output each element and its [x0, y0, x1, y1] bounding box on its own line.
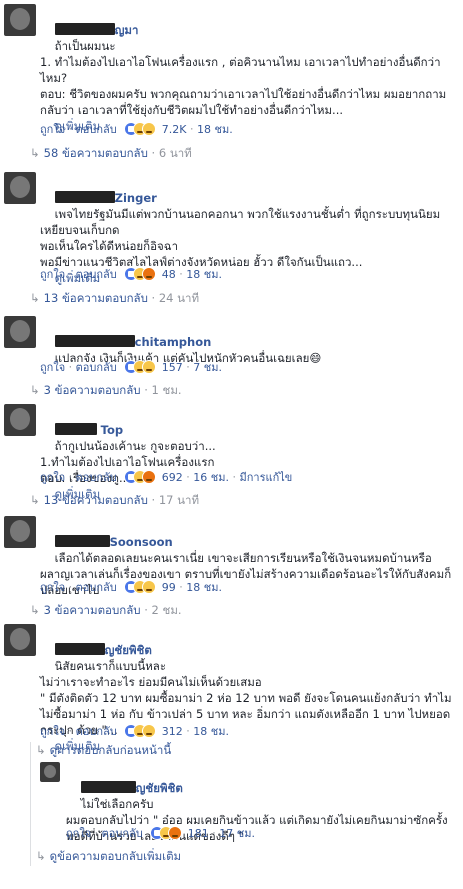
like-link[interactable]: ถูกใจ	[40, 268, 65, 281]
reply-link[interactable]: ตอบกลับ	[76, 581, 117, 594]
reactions-icon[interactable]	[150, 826, 194, 840]
comment-time[interactable]: 18 ชม.	[193, 725, 229, 738]
comment-time[interactable]: 18 ชม.	[186, 581, 222, 594]
reply-link[interactable]: ตอบกลับ	[102, 827, 143, 840]
avatar[interactable]	[4, 404, 36, 436]
like-link[interactable]: ถูกใจ	[40, 471, 65, 484]
comment-time[interactable]: 7 ชม.	[193, 361, 222, 374]
edited-label[interactable]: มีการแก้ไข	[239, 471, 292, 484]
reactions-icon[interactable]	[124, 122, 168, 136]
comment-5: Soonsoon เลือกได้ตลอดเลยนะคนเราเนี่ย เขา…	[0, 512, 463, 617]
commenter-name[interactable]: Zinger	[54, 191, 157, 205]
like-link[interactable]: ถูกใจ	[40, 361, 65, 374]
comment-actions: ถูกใจ · ตอบกลับ 7.2K · 18 ชม.	[40, 122, 233, 136]
avatar[interactable]	[4, 624, 36, 656]
reply-arrow-icon: ↳	[30, 383, 40, 397]
like-link[interactable]: ถูกใจ	[40, 123, 65, 136]
comment-time[interactable]: 16 ชม.	[193, 471, 229, 484]
comment-actions: ถูกใจ · ตอบกลับ 99 · 18 ชม.	[40, 580, 222, 594]
reactions-icon[interactable]	[124, 470, 168, 484]
reply-link[interactable]: ตอบกลับ	[76, 123, 117, 136]
reply-link[interactable]: ตอบกลับ	[76, 268, 117, 281]
view-previous-replies-link[interactable]: ↳ ดูการตอบกลับก่อนหน้านี้	[36, 742, 171, 760]
commenter-name[interactable]: Soonsoon	[54, 535, 173, 549]
like-link[interactable]: ถูกใจ	[40, 581, 65, 594]
reply-arrow-icon: ↳	[36, 849, 46, 863]
commenter-name[interactable]: chitamphon	[54, 335, 211, 349]
view-replies-link[interactable]: ↳ 13 ข้อความตอบกลับ · 24 นาที	[30, 290, 199, 308]
comment-4: Top ถ้ากูเปนน้องเค้านะ กูจะตอบว่า... 1.ท…	[0, 400, 463, 510]
avatar[interactable]	[40, 762, 60, 782]
reply-arrow-icon: ↳	[30, 493, 40, 507]
replies-time: 6 นาที	[158, 146, 192, 160]
view-replies-link[interactable]: ↳ 3 ข้อความตอบกลับ · 1 ชม.	[30, 382, 182, 400]
like-link[interactable]: ถูกใจ	[40, 725, 65, 738]
avatar[interactable]	[4, 4, 36, 36]
replies-time: 2 ชม.	[151, 603, 182, 617]
avatar[interactable]	[4, 516, 36, 548]
replies-time: 17 นาที	[158, 493, 200, 507]
comment-actions: ถูกใจ · ตอบกลับ 181 · 17 ชม.	[66, 826, 255, 840]
nested-reply: ญชัยพิชิต ไม่ใช่เลือกครับ ผมตอบกลับไปว่า…	[0, 760, 463, 844]
view-replies-link[interactable]: ↳ 13 ข้อความตอบกลับ · 17 นาที	[30, 492, 199, 510]
reply-arrow-icon: ↳	[30, 603, 40, 617]
comment-6: ญชัยพิชิต นิสัยคนเราก็แบบนี้หละ ไม่ว่าเร…	[0, 620, 463, 753]
comment-actions: ถูกใจ · ตอบกลับ 157 · 7 ชม.	[40, 360, 222, 374]
comment-text: ถ้าเป็นผมนะ 1. ทำไมต้องไปเอาไอโฟนเครื่อง…	[40, 39, 447, 117]
view-more-replies-link[interactable]: ↳ ดูข้อความตอบกลับเพิ่มเติม	[36, 848, 181, 866]
comment-actions: ถูกใจ · ตอบกลับ 692 · 16 ชม. · มีการแก้ไ…	[40, 470, 293, 484]
commenter-name[interactable]: ญชัยพิชิต	[80, 781, 183, 795]
reply-arrow-icon: ↳	[36, 743, 46, 757]
comment-time[interactable]: 18 ชม.	[186, 268, 222, 281]
comment-1: ญมา ถ้าเป็นผมนะ 1. ทำไมต้องไปเอาไอโฟนเคร…	[0, 0, 463, 162]
view-replies-link[interactable]: ↳ 58 ข้อความตอบกลับ · 6 นาที	[30, 145, 192, 163]
comment-3: chitamphon แปลกจัง เงินก็เงินเค้า แต่คัน…	[0, 312, 463, 397]
reactions-icon[interactable]	[124, 267, 168, 281]
comment-time[interactable]: 17 ชม.	[219, 827, 255, 840]
comment-2: Zinger เพจไทยรัฐมันมีแต่พวกบ้านนอกคอกนา …	[0, 168, 463, 308]
commenter-name[interactable]: Top	[54, 423, 123, 437]
comment-actions: ถูกใจ · ตอบกลับ 312 · 18 ชม.	[40, 724, 229, 738]
avatar[interactable]	[4, 172, 36, 204]
comment-text: เพจไทยรัฐมันมีแต่พวกบ้านนอกคอกนา พวกใช้แ…	[40, 207, 441, 269]
reply-arrow-icon: ↳	[30, 146, 40, 160]
reactions-icon[interactable]	[124, 360, 168, 374]
view-replies-link[interactable]: ↳ 3 ข้อความตอบกลับ · 2 ชม.	[30, 602, 182, 620]
comment-time[interactable]: 18 ชม.	[197, 123, 233, 136]
commenter-name[interactable]: ญชัยพิชิต	[54, 643, 152, 657]
reactions-icon[interactable]	[124, 724, 168, 738]
avatar[interactable]	[4, 316, 36, 348]
reply-link[interactable]: ตอบกลับ	[76, 471, 117, 484]
reply-link[interactable]: ตอบกลับ	[76, 725, 117, 738]
like-link[interactable]: ถูกใจ	[66, 827, 91, 840]
reply-link[interactable]: ตอบกลับ	[76, 361, 117, 374]
comment-actions: ถูกใจ · ตอบกลับ 48 · 18 ชม.	[40, 267, 222, 281]
commenter-name[interactable]: ญมา	[54, 23, 138, 37]
replies-time: 1 ชม.	[151, 383, 182, 397]
reactions-icon[interactable]	[124, 580, 168, 594]
replies-time: 24 นาที	[158, 291, 200, 305]
reply-arrow-icon: ↳	[30, 291, 40, 305]
